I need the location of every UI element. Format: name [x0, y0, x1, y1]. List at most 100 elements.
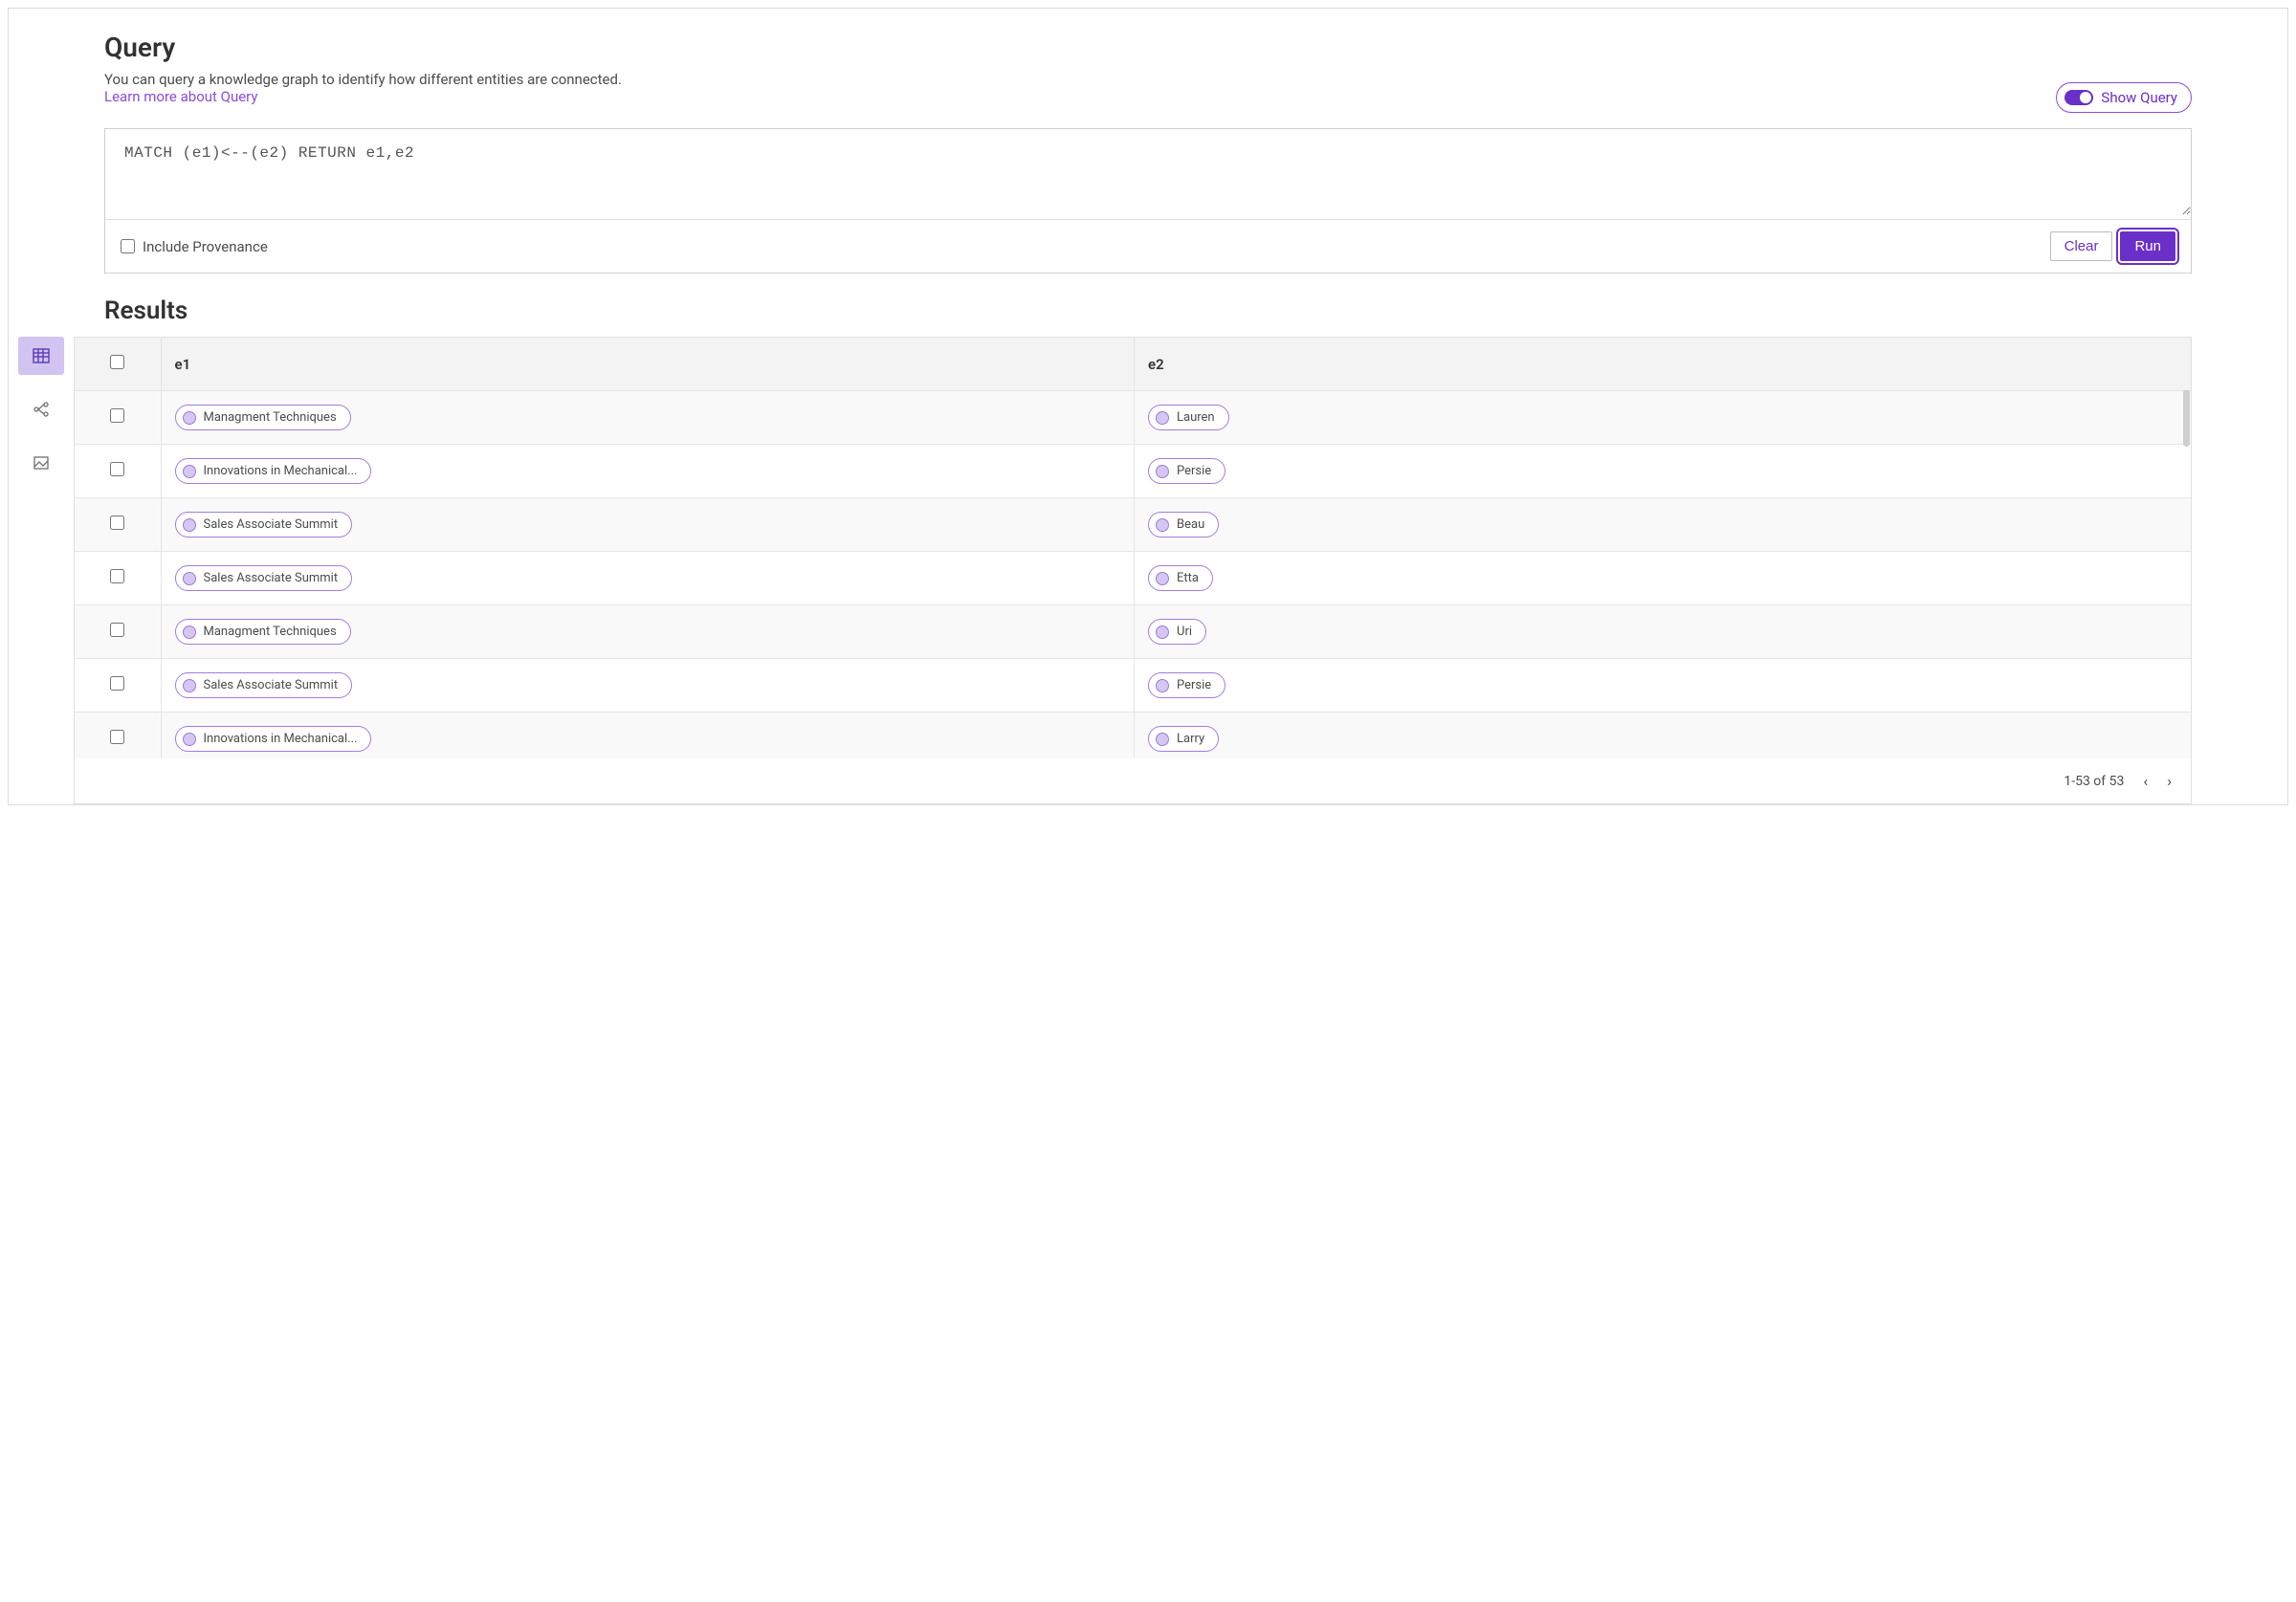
entity-dot-icon	[1156, 572, 1169, 585]
row-checkbox[interactable]	[110, 569, 124, 583]
cell-e1: Managment Techniques	[161, 391, 1135, 445]
entity-label: Lauren	[1177, 410, 1215, 425]
entity-dot-icon	[1156, 733, 1169, 746]
row-checkbox-cell	[75, 391, 161, 445]
cell-e1: Sales Associate Summit	[161, 659, 1135, 713]
entity-chip[interactable]: Sales Associate Summit	[175, 672, 353, 698]
row-checkbox[interactable]	[110, 516, 124, 530]
image-icon	[33, 454, 50, 472]
entity-chip[interactable]: Beau	[1148, 512, 1219, 538]
entity-dot-icon	[1156, 465, 1169, 478]
results-table-container: e1 e2 Managment Techniques Lauren Innovati…	[74, 337, 2192, 804]
table-icon	[33, 347, 50, 364]
cell-e2: Persie	[1135, 659, 2191, 713]
entity-dot-icon	[1156, 679, 1169, 692]
entity-chip[interactable]: Sales Associate Summit	[175, 565, 353, 591]
query-title: Query	[104, 32, 2192, 63]
entity-chip[interactable]: Sales Associate Summit	[175, 512, 353, 538]
entity-label: Innovations in Mechanical...	[204, 464, 358, 478]
entity-label: Larry	[1177, 732, 1204, 746]
query-editor-box: Include Provenance Clear Run	[104, 128, 2192, 274]
cell-e1: Managment Techniques	[161, 605, 1135, 659]
entity-chip[interactable]: Larry	[1148, 726, 1219, 752]
table-view-button[interactable]	[18, 337, 64, 375]
query-description: You can query a knowledge graph to ident…	[104, 71, 622, 88]
cell-e2: Uri	[1135, 605, 2191, 659]
entity-chip[interactable]: Innovations in Mechanical...	[175, 726, 372, 752]
entity-label: Beau	[1177, 517, 1204, 532]
entity-label: Persie	[1177, 464, 1211, 478]
results-table: e1 e2 Managment Techniques Lauren Innovati…	[75, 338, 2191, 758]
table-row: Innovations in Mechanical... Persie	[75, 445, 2191, 498]
entity-dot-icon	[183, 679, 196, 692]
entity-label: Managment Techniques	[204, 625, 337, 639]
table-row: Innovations in Mechanical... Larry	[75, 713, 2191, 759]
row-checkbox-cell	[75, 445, 161, 498]
row-checkbox-cell	[75, 713, 161, 759]
entity-label: Uri	[1177, 625, 1192, 639]
image-view-button[interactable]	[18, 444, 64, 482]
graph-view-button[interactable]	[18, 390, 64, 428]
row-checkbox[interactable]	[110, 676, 124, 691]
cell-e1: Innovations in Mechanical...	[161, 445, 1135, 498]
learn-more-link[interactable]: Learn more about Query	[104, 88, 258, 105]
entity-chip[interactable]: Etta	[1148, 565, 1213, 591]
pagination-range: 1-53 of 53	[2064, 774, 2124, 789]
results-view-sidebar	[9, 337, 74, 804]
column-header-e1[interactable]: e1	[161, 338, 1135, 391]
run-button[interactable]: Run	[2120, 231, 2175, 261]
row-checkbox[interactable]	[110, 730, 124, 744]
entity-label: Sales Associate Summit	[204, 678, 339, 692]
row-checkbox-cell	[75, 605, 161, 659]
entity-dot-icon	[1156, 518, 1169, 532]
clear-button[interactable]: Clear	[2050, 231, 2113, 261]
entity-chip[interactable]: Managment Techniques	[175, 619, 351, 645]
results-title: Results	[104, 296, 2192, 325]
entity-chip[interactable]: Uri	[1148, 619, 1206, 645]
entity-chip[interactable]: Innovations in Mechanical...	[175, 458, 372, 484]
toggle-switch-icon	[2064, 90, 2093, 105]
entity-label: Innovations in Mechanical...	[204, 732, 358, 746]
cell-e1: Sales Associate Summit	[161, 498, 1135, 552]
include-provenance[interactable]: Include Provenance	[121, 238, 268, 255]
show-query-toggle[interactable]: Show Query	[2056, 82, 2192, 113]
entity-dot-icon	[1156, 411, 1169, 425]
table-footer: 1-53 of 53 ‹ ›	[75, 758, 2191, 803]
include-provenance-label: Include Provenance	[143, 238, 268, 255]
scrollbar[interactable]	[2183, 389, 2190, 447]
entity-label: Managment Techniques	[204, 410, 337, 425]
header-checkbox-cell	[75, 338, 161, 391]
table-row: Managment Techniques Lauren	[75, 391, 2191, 445]
query-textarea[interactable]	[105, 129, 2191, 215]
cell-e1: Sales Associate Summit	[161, 552, 1135, 605]
entity-dot-icon	[183, 518, 196, 532]
cell-e2: Persie	[1135, 445, 2191, 498]
row-checkbox-cell	[75, 498, 161, 552]
entity-chip[interactable]: Persie	[1148, 458, 1225, 484]
prev-page-button[interactable]: ‹	[2143, 772, 2148, 790]
cell-e2: Beau	[1135, 498, 2191, 552]
entity-chip[interactable]: Persie	[1148, 672, 1225, 698]
cell-e2: Etta	[1135, 552, 2191, 605]
cell-e2: Lauren	[1135, 391, 2191, 445]
next-page-button[interactable]: ›	[2167, 772, 2172, 790]
table-row: Sales Associate Summit Etta	[75, 552, 2191, 605]
entity-chip[interactable]: Managment Techniques	[175, 405, 351, 430]
cell-e2: Larry	[1135, 713, 2191, 759]
entity-dot-icon	[1156, 625, 1169, 639]
row-checkbox[interactable]	[110, 408, 124, 423]
entity-chip[interactable]: Lauren	[1148, 405, 1229, 430]
table-row: Sales Associate Summit Beau	[75, 498, 2191, 552]
row-checkbox[interactable]	[110, 623, 124, 637]
entity-label: Etta	[1177, 571, 1199, 585]
column-header-e2[interactable]: e2	[1135, 338, 2191, 391]
table-row: Sales Associate Summit Persie	[75, 659, 2191, 713]
cell-e1: Innovations in Mechanical...	[161, 713, 1135, 759]
table-row: Managment Techniques Uri	[75, 605, 2191, 659]
row-checkbox[interactable]	[110, 462, 124, 476]
select-all-checkbox[interactable]	[110, 355, 124, 369]
entity-dot-icon	[183, 625, 196, 639]
row-checkbox-cell	[75, 659, 161, 713]
toggle-label: Show Query	[2101, 89, 2177, 106]
include-provenance-checkbox[interactable]	[121, 239, 135, 253]
